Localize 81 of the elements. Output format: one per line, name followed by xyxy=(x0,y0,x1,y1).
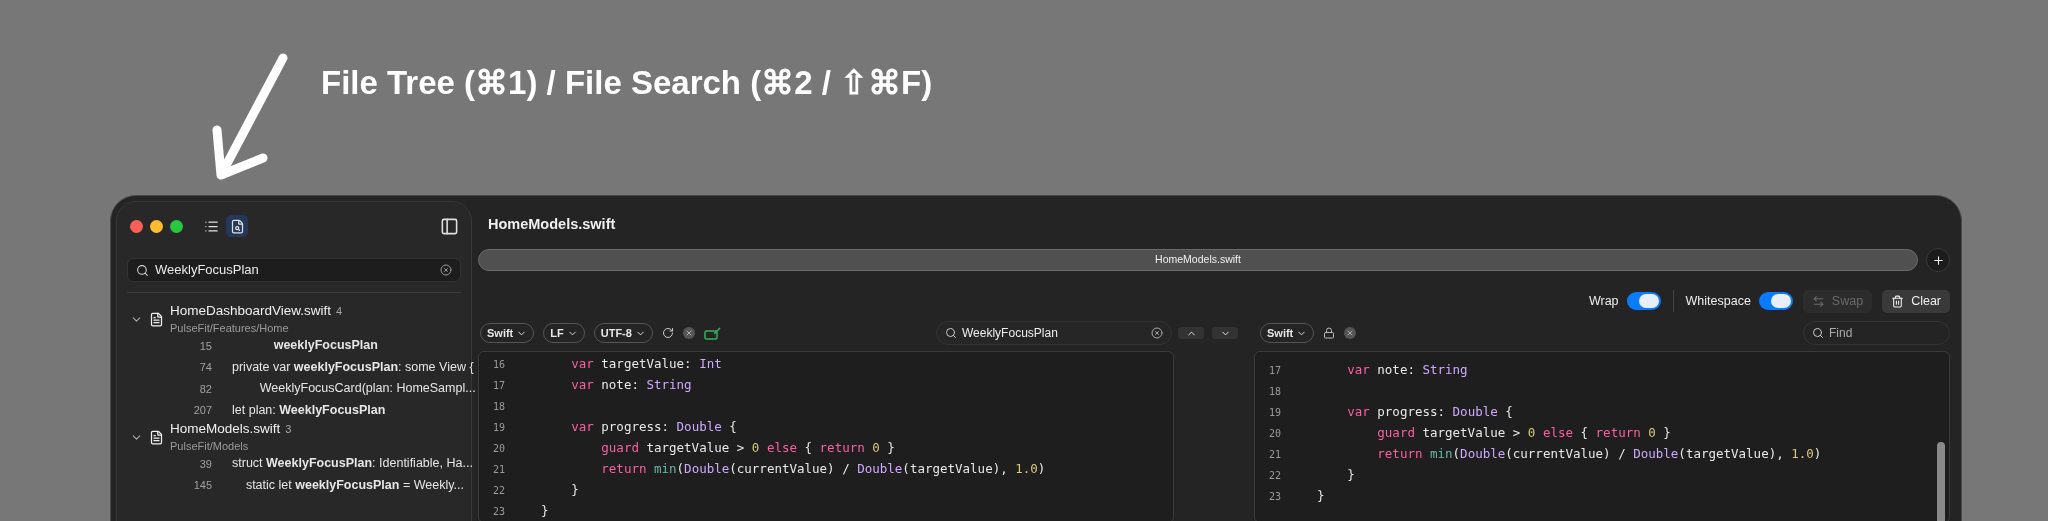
search-match[interactable]: WeeklyFocusCard(plan: HomeSampl... xyxy=(232,379,476,399)
minimize-button[interactable] xyxy=(150,219,163,233)
code-line: } xyxy=(570,481,579,500)
search-match[interactable]: let plan: WeeklyFocusPlan xyxy=(232,400,386,420)
line-number: 74 xyxy=(198,360,212,375)
search-match[interactable]: weeklyFocusPlan xyxy=(232,336,378,356)
line-number: 207 xyxy=(192,403,212,418)
file-search-icon xyxy=(229,218,245,234)
file-name[interactable]: HomeModels.swift xyxy=(170,419,281,440)
search-match[interactable]: struct WeeklyFocusPlan: Identifiable, Ha... xyxy=(232,454,473,474)
zoom-button[interactable] xyxy=(170,219,183,233)
line-number: 19 xyxy=(491,421,505,435)
clear-icon[interactable] xyxy=(440,264,452,276)
line-number: 21 xyxy=(491,463,505,477)
line-number: 20 xyxy=(1267,427,1281,441)
code-line: var progress: Double { xyxy=(1346,403,1513,422)
previous-match-button[interactable] xyxy=(1178,327,1204,339)
code-line: } xyxy=(1346,466,1355,485)
find-placeholder: Find xyxy=(1829,325,1853,342)
tab[interactable]: HomeModels.swift xyxy=(478,249,1918,271)
line-number: 82 xyxy=(198,381,212,397)
sidebar-toggle-icon[interactable] xyxy=(440,216,459,236)
clear-button[interactable]: Clear xyxy=(1882,289,1950,313)
close-icon[interactable] xyxy=(682,327,695,339)
code-line: var note: String xyxy=(570,376,692,395)
toggle-switch[interactable] xyxy=(1626,292,1661,310)
plus-icon xyxy=(1931,253,1945,267)
code-line: } xyxy=(540,502,549,521)
search-match[interactable]: static let weeklyFocusPlan = Weekly... xyxy=(232,475,464,495)
window-title: HomeModels.swift xyxy=(488,215,616,235)
find-value: WeeklyFocusPlan xyxy=(962,325,1058,342)
reload-icon[interactable] xyxy=(661,327,674,339)
trash-icon xyxy=(1891,294,1905,308)
code-line: guard targetValue > 0 else { return 0 } xyxy=(1376,424,1671,443)
close-icon[interactable] xyxy=(1344,327,1357,339)
line-number: 16 xyxy=(491,358,505,372)
add-tab-button[interactable] xyxy=(1926,248,1950,272)
edit-check-icon[interactable] xyxy=(703,326,722,340)
line-number: 23 xyxy=(1267,490,1281,504)
line-number: 17 xyxy=(491,379,505,393)
swap-arrows-icon xyxy=(1811,294,1825,308)
search-value: WeeklyFocusPlan xyxy=(155,261,259,280)
code-line: } xyxy=(1316,487,1325,506)
search-icon xyxy=(136,263,149,277)
line-number: 145 xyxy=(192,478,212,493)
option-label: Wrap xyxy=(1588,292,1619,310)
clear-icon[interactable] xyxy=(1151,327,1163,339)
close-button[interactable] xyxy=(130,219,143,233)
match-count: 4 xyxy=(336,304,343,320)
code-line: var note: String xyxy=(1346,361,1468,380)
line-number: 18 xyxy=(491,400,505,414)
line-number: 17 xyxy=(1267,364,1281,378)
line-number: 21 xyxy=(1267,448,1281,462)
match-count: 3 xyxy=(285,422,292,438)
line-number: 39 xyxy=(198,456,212,472)
code-line: return min(Double(currentValue) / Double(targetValue), 1.0) xyxy=(600,460,1046,479)
line-number: 20 xyxy=(491,442,505,456)
file-path: PulseFit/Features/Home xyxy=(170,321,290,337)
file-name[interactable]: HomeDashboardView.swift xyxy=(170,301,332,322)
search-match[interactable]: private var weeklyFocusPlan: some View { xyxy=(232,357,474,377)
line-number: 22 xyxy=(1267,469,1281,483)
line-number: 18 xyxy=(1267,385,1281,399)
option-label: Whitespace xyxy=(1685,292,1751,310)
search-field[interactable]: WeeklyFocusPlan xyxy=(127,258,461,282)
code-line: var targetValue: Int xyxy=(570,355,722,374)
annotation-title: File Tree (⌘1) / File Search (⌘2 / ⇧⌘F) xyxy=(321,64,933,101)
line-number: 23 xyxy=(491,505,505,519)
line-number: 19 xyxy=(1267,406,1281,420)
line-number: 22 xyxy=(491,484,505,498)
list-icon xyxy=(203,218,219,234)
file-search-button[interactable] xyxy=(226,215,248,237)
code-line: guard targetValue > 0 else { return 0 } xyxy=(600,439,895,458)
code-line: var progress: Double { xyxy=(570,418,737,437)
next-match-button[interactable] xyxy=(1212,327,1238,339)
line-number: 15 xyxy=(198,338,212,354)
search-icon xyxy=(945,327,957,339)
toggle-switch[interactable] xyxy=(1758,292,1793,310)
find-field[interactable]: WeeklyFocusPlan xyxy=(936,321,1172,345)
search-icon xyxy=(1812,327,1824,339)
file-path: PulseFit/Models xyxy=(170,439,250,455)
code-line: return min(Double(currentValue) / Double(targetValue), 1.0) xyxy=(1376,445,1822,464)
